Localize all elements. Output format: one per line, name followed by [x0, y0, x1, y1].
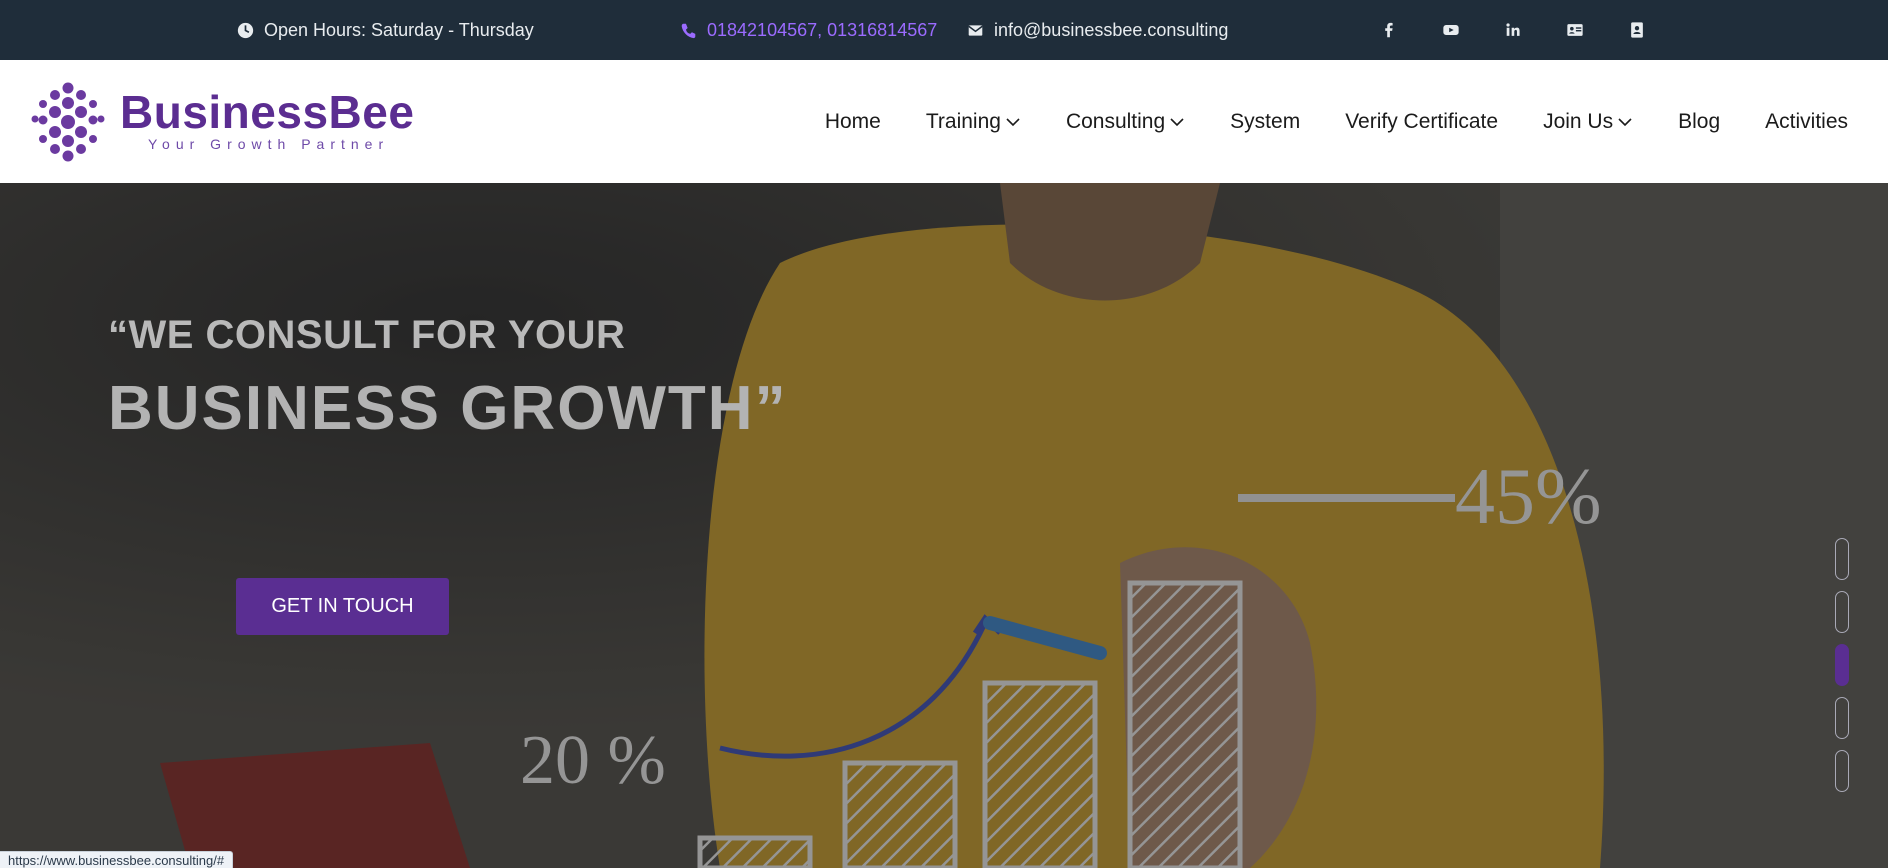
linkedin-icon[interactable] — [1502, 19, 1524, 41]
phone-icon — [681, 23, 696, 38]
browser-status-url: https://www.businessbee.consulting/# — [0, 851, 234, 868]
slide-dot-3[interactable] — [1835, 644, 1849, 686]
nav-verify-label: Verify Certificate — [1345, 109, 1499, 133]
phone-numbers[interactable]: 01842104567, 01316814567 — [680, 0, 937, 60]
nav-training[interactable]: Training — [926, 110, 1021, 134]
nav-consulting-label: Consulting — [1065, 109, 1166, 133]
nav-home-label: Home — [824, 109, 881, 133]
slide-dot-1[interactable] — [1835, 538, 1849, 580]
slider-pagination — [1835, 538, 1849, 803]
open-hours: Open Hours: Saturday - Thursday — [237, 0, 534, 60]
facebook-icon[interactable] — [1378, 19, 1400, 41]
brand-logo[interactable]: BusinessBee Your Growth Partner — [28, 82, 428, 162]
id-card-icon[interactable] — [1564, 19, 1586, 41]
nav-blog[interactable]: Blog — [1678, 110, 1720, 134]
nav-join-us[interactable]: Join Us — [1543, 110, 1633, 134]
main-header: BusinessBee Your Growth Partner Home Tra… — [0, 60, 1888, 183]
phone-text[interactable]: 01842104567, 01316814567 — [707, 20, 937, 41]
brand-tagline: Your Growth Partner — [148, 136, 390, 152]
contact-book-icon[interactable] — [1626, 19, 1648, 41]
nav-home[interactable]: Home — [825, 110, 881, 134]
envelope-icon — [968, 24, 983, 36]
chevron-down-icon — [1170, 117, 1184, 126]
main-nav: Home Training Consulting System Verify C… — [780, 60, 1848, 183]
open-hours-text: Open Hours: Saturday - Thursday — [264, 19, 534, 40]
nav-training-label: Training — [925, 109, 1001, 133]
top-info-bar: Open Hours: Saturday - Thursday 01842104… — [0, 0, 1888, 60]
nav-verify-certificate[interactable]: Verify Certificate — [1345, 110, 1498, 134]
hero-quote-line2: BUSINESS GROWTH” — [108, 374, 788, 443]
hero-quote-line1: “WE CONSULT FOR YOUR — [108, 313, 626, 357]
chevron-down-icon — [1618, 117, 1632, 126]
nav-consulting[interactable]: Consulting — [1066, 110, 1185, 134]
get-in-touch-button[interactable]: GET IN TOUCH — [236, 578, 449, 635]
nav-system-label: System — [1230, 109, 1301, 133]
hexagon-dots-logo-icon — [31, 82, 105, 162]
email-contact[interactable]: info@businessbee.consulting — [967, 0, 1228, 60]
youtube-icon[interactable] — [1440, 19, 1462, 41]
chevron-down-icon — [1006, 117, 1020, 126]
hero-slider: 45% 20 % “WE CONSULT FOR YOUR BUSINESS G… — [0, 183, 1888, 868]
email-text[interactable]: info@businessbee.consulting — [994, 20, 1228, 41]
nav-blog-label: Blog — [1678, 109, 1721, 133]
slide-dot-4[interactable] — [1835, 697, 1849, 739]
nav-activities-label: Activities — [1765, 109, 1848, 133]
slide-dot-2[interactable] — [1835, 591, 1849, 633]
nav-activities[interactable]: Activities — [1765, 110, 1848, 134]
hero-overlay — [0, 183, 1888, 868]
nav-join-label: Join Us — [1543, 109, 1614, 133]
social-links — [1378, 0, 1688, 60]
brand-name: BusinessBee — [120, 86, 415, 138]
nav-system[interactable]: System — [1230, 110, 1300, 134]
clock-icon — [237, 22, 254, 38]
slide-dot-5[interactable] — [1835, 750, 1849, 792]
